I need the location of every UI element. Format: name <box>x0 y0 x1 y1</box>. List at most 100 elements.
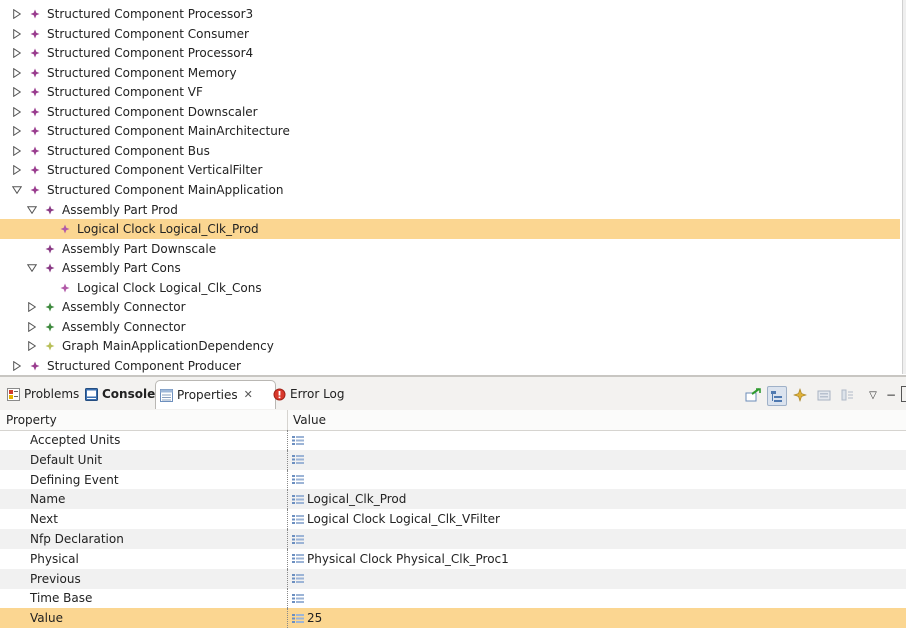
tree-item[interactable]: Structured Component VF <box>0 82 900 102</box>
twisty-collapsed-icon[interactable] <box>11 102 23 122</box>
tab-console[interactable]: Console <box>84 382 155 406</box>
tree-item[interactable]: Assembly Connector <box>0 317 900 337</box>
tree-item[interactable]: Logical Clock Logical_Clk_Cons <box>0 278 900 298</box>
tree-item[interactable]: Structured Component Bus <box>0 141 900 161</box>
property-value-cell[interactable] <box>287 430 307 450</box>
tab-problems[interactable]: Problems <box>6 382 79 406</box>
tree-item[interactable]: Structured Component Memory <box>0 63 900 83</box>
tree-item-label: Structured Component MainApplication <box>47 182 284 197</box>
tab-properties-label: Properties <box>177 388 238 402</box>
property-value-cell[interactable]: 25 <box>287 608 322 628</box>
tree-item[interactable]: Structured Component MainApplication <box>0 180 900 200</box>
twisty-collapsed-icon[interactable] <box>11 4 23 24</box>
value-icon <box>292 592 304 604</box>
tree-item[interactable]: Structured Component VerticalFilter <box>0 160 900 180</box>
model-tree[interactable]: Structured Component Processor3 Structure… <box>0 0 902 374</box>
twisty-collapsed-icon[interactable] <box>11 63 23 83</box>
component-icon <box>29 356 41 374</box>
tree-item[interactable]: Structured Component MainArchitecture <box>0 121 900 141</box>
property-name: Default Unit <box>30 452 103 467</box>
tree-item[interactable]: Structured Component Downscaler <box>0 102 900 122</box>
show-advanced-properties-button[interactable] <box>791 386 809 404</box>
value-icon <box>292 454 304 466</box>
property-value-cell[interactable]: Logical_Clk_Prod <box>287 489 406 510</box>
view-menu-icon[interactable]: ▽ <box>864 386 882 404</box>
column-divider[interactable] <box>287 410 288 430</box>
twisty-expanded-icon[interactable] <box>26 200 38 220</box>
column-header-value[interactable]: Value <box>293 410 326 430</box>
property-row[interactable]: Name Logical_Clk_Prod <box>0 489 906 510</box>
property-value-cell[interactable] <box>287 588 307 609</box>
property-value-cell[interactable]: Logical Clock Logical_Clk_VFilter <box>287 509 500 530</box>
tree-item[interactable]: Structured Component Processor3 <box>0 4 900 24</box>
tree-item-label: Structured Component MainArchitecture <box>47 124 290 139</box>
component-icon <box>29 141 41 161</box>
twisty-collapsed-icon[interactable] <box>26 317 38 337</box>
property-value-cell[interactable] <box>287 449 307 470</box>
property-row[interactable]: Value 25 <box>0 608 906 628</box>
tab-properties-close-icon[interactable]: ✕ <box>244 383 253 407</box>
tree-item[interactable]: Graph MainApplicationDependency <box>0 336 900 356</box>
component-icon <box>29 160 41 180</box>
pin-to-selection-button[interactable] <box>744 386 762 404</box>
twisty-collapsed-icon[interactable] <box>11 160 23 180</box>
show-categories-button[interactable] <box>767 386 787 406</box>
twisty-expanded-icon[interactable] <box>11 180 23 200</box>
property-row[interactable]: Defining Event <box>0 469 906 490</box>
twisty-collapsed-icon[interactable] <box>26 297 38 317</box>
twisty-collapsed-icon[interactable] <box>26 336 38 356</box>
property-row[interactable]: Time Base <box>0 588 906 609</box>
property-row[interactable]: Nfp Declaration <box>0 529 906 549</box>
twisty-collapsed-icon[interactable] <box>11 43 23 63</box>
error-log-icon <box>272 387 286 401</box>
tab-console-label: Console <box>102 387 156 401</box>
twisty-collapsed-icon[interactable] <box>11 121 23 141</box>
tree-item[interactable]: Structured Component Processor4 <box>0 43 900 63</box>
property-value-cell[interactable] <box>287 529 307 549</box>
tree-item[interactable]: Assembly Part Downscale <box>0 239 900 259</box>
property-row[interactable]: Next Logical Clock Logical_Clk_VFilter <box>0 509 906 530</box>
twisty-expanded-icon[interactable] <box>26 258 38 278</box>
tree-item[interactable]: Logical Clock Logical_Clk_Prod <box>0 219 900 240</box>
property-row[interactable]: Previous <box>0 568 906 589</box>
restore-default-button[interactable] <box>815 386 833 404</box>
column-header-property[interactable]: Property <box>6 410 57 430</box>
maximize-icon[interactable] <box>901 386 906 402</box>
minimize-icon[interactable]: − <box>882 386 900 404</box>
collapse-button[interactable] <box>839 386 857 404</box>
property-row[interactable]: Default Unit <box>0 449 906 470</box>
tree-item[interactable]: Structured Component Producer <box>0 356 900 374</box>
tree-item-label: Structured Component Processor4 <box>47 46 254 61</box>
console-icon <box>84 387 98 401</box>
component-icon <box>29 121 41 141</box>
twisty-collapsed-icon[interactable] <box>11 24 23 44</box>
value-icon <box>292 474 304 486</box>
property-row[interactable]: Accepted Units <box>0 430 906 450</box>
tab-error-log[interactable]: Error Log <box>272 382 345 406</box>
clock-icon <box>59 278 71 298</box>
tree-item[interactable]: Structured Component Consumer <box>0 24 900 44</box>
tree-item[interactable]: Assembly Part Cons <box>0 258 900 278</box>
component-icon <box>29 43 41 63</box>
value-icon <box>292 553 304 565</box>
tree-item[interactable]: Assembly Part Prod <box>0 200 900 220</box>
properties-table[interactable]: Property Value Accepted Units Default Uni… <box>0 410 906 628</box>
property-row[interactable]: Physical Physical Clock Physical_Clk_Proc… <box>0 548 906 569</box>
tree-item-label: Assembly Connector <box>62 300 186 315</box>
value-icon <box>292 513 304 525</box>
property-value-cell[interactable] <box>287 469 307 490</box>
property-value-cell[interactable] <box>287 568 307 589</box>
tree-item[interactable]: Assembly Connector <box>0 297 900 317</box>
tree-scrollbar[interactable] <box>902 0 906 374</box>
twisty-collapsed-icon[interactable] <box>11 141 23 161</box>
categories-icon <box>771 391 782 402</box>
tab-properties[interactable]: Properties ✕ <box>155 380 276 409</box>
property-name: Nfp Declaration <box>30 532 124 546</box>
twisty-collapsed-icon[interactable] <box>11 82 23 102</box>
restore-icon <box>817 390 831 401</box>
twisty-collapsed-icon[interactable] <box>11 356 23 374</box>
tree-item-label: Logical Clock Logical_Clk_Cons <box>77 280 262 295</box>
tree-item-label: Structured Component Processor3 <box>47 7 254 21</box>
property-value-cell[interactable]: Physical Clock Physical_Clk_Proc1 <box>287 548 509 569</box>
tree-item-label: Assembly Part Downscale <box>62 241 217 256</box>
